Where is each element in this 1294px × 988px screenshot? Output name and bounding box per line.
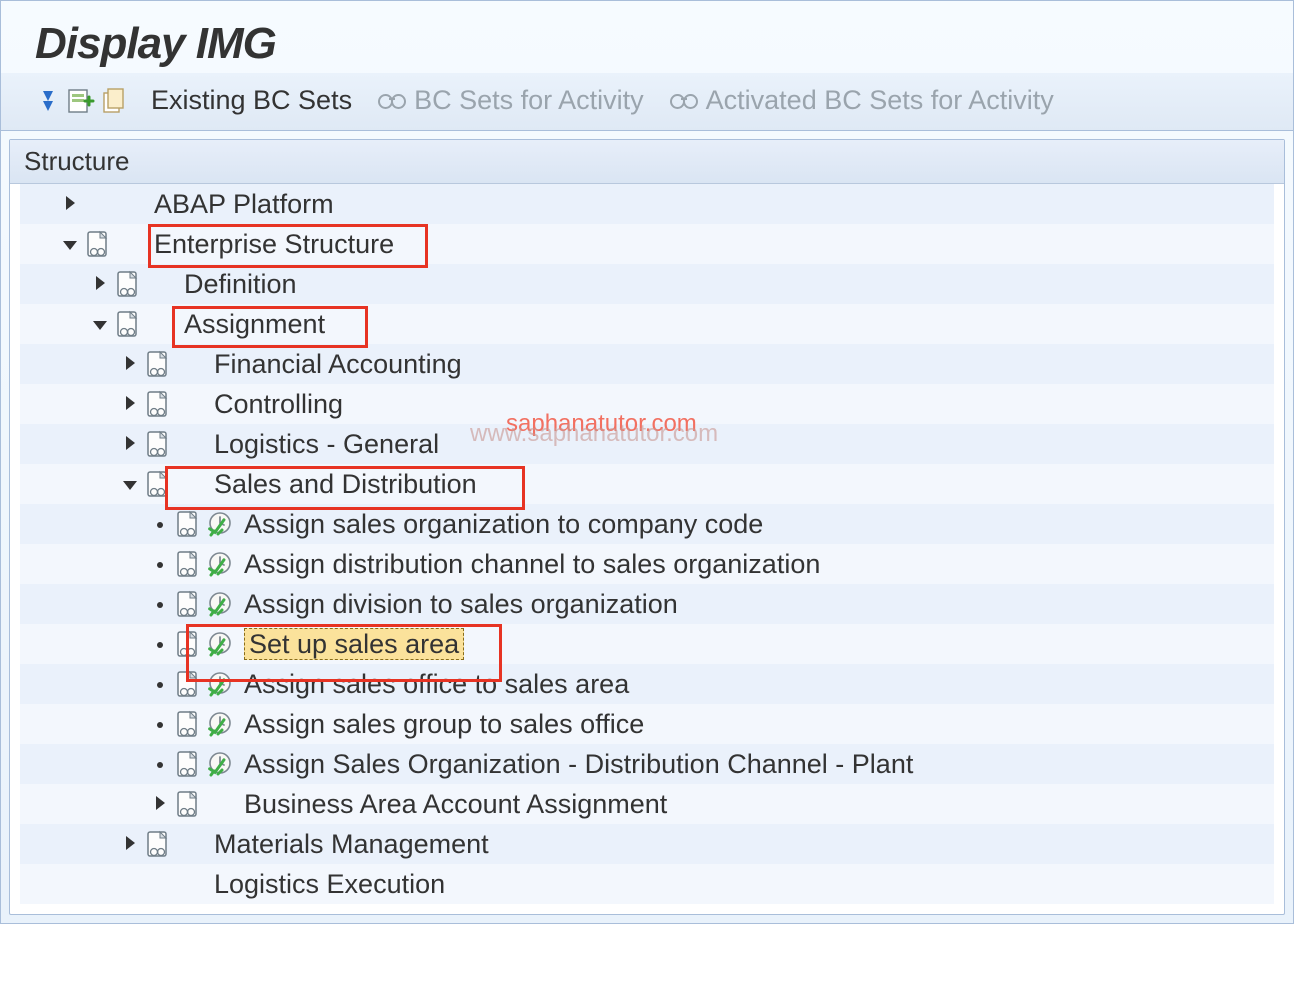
execute-activity-icon[interactable] <box>204 671 238 697</box>
tree-label: Logistics Execution <box>208 869 445 900</box>
tree-row-assign-sales-org-dc-plant[interactable]: Assign Sales Organization - Distribution… <box>20 744 1274 784</box>
leaf-bullet-icon <box>150 554 170 575</box>
tree-label: Sales and Distribution <box>208 469 477 500</box>
tree-row-assignment[interactable]: Assignment <box>20 304 1274 344</box>
document-icon[interactable] <box>170 511 204 537</box>
tree-row-financial-accounting[interactable]: Financial Accounting <box>20 344 1274 384</box>
tree-row-definition[interactable]: Definition <box>20 264 1274 304</box>
execute-activity-icon[interactable] <box>204 631 238 657</box>
document-icon[interactable] <box>170 711 204 737</box>
tree-row-materials-management[interactable]: Materials Management <box>20 824 1274 864</box>
glasses-icon <box>670 92 698 110</box>
execute-activity-icon[interactable] <box>204 711 238 737</box>
document-icon[interactable] <box>140 471 174 497</box>
tree-row-sales-and-distribution[interactable]: Sales and Distribution <box>20 464 1274 504</box>
tree-row-enterprise-structure[interactable]: Enterprise Structure <box>20 224 1274 264</box>
expand-icon[interactable] <box>120 354 140 375</box>
tree-label: Assign sales organization to company cod… <box>238 509 763 540</box>
execute-activity-icon[interactable] <box>204 751 238 777</box>
expand-icon[interactable] <box>150 794 170 815</box>
expand-icon[interactable] <box>120 394 140 415</box>
tree-row-assign-sales-group[interactable]: Assign sales group to sales office <box>20 704 1274 744</box>
execute-activity-icon[interactable] <box>204 591 238 617</box>
leaf-bullet-icon <box>150 754 170 775</box>
tree-header: Structure <box>10 140 1284 184</box>
bc-sets-for-activity-button[interactable]: BC Sets for Activity <box>370 83 658 118</box>
expand-all-icon[interactable] <box>35 87 63 115</box>
existing-bc-sets-button[interactable]: Existing BC Sets <box>143 83 366 118</box>
execute-activity-icon[interactable] <box>204 511 238 537</box>
bc-sets-for-activity-label: BC Sets for Activity <box>414 85 644 116</box>
leaf-bullet-icon <box>150 594 170 615</box>
selected-highlight: Set up sales area <box>244 628 464 660</box>
copy-icon[interactable] <box>99 87 127 115</box>
document-icon[interactable] <box>170 551 204 577</box>
watermark-text-ghost: www.saphanatutor.com <box>470 420 718 448</box>
expand-icon[interactable] <box>120 834 140 855</box>
tree-label: ABAP Platform <box>148 189 334 220</box>
toolbar: Existing BC Sets BC Sets for Activity Ac… <box>1 73 1293 131</box>
tree-label: Assign distribution channel to sales org… <box>238 549 820 580</box>
tree-label: Assign sales office to sales area <box>238 669 629 700</box>
tree-row-set-up-sales-area[interactable]: Set up sales area <box>20 624 1274 664</box>
tree-label: Business Area Account Assignment <box>238 789 667 820</box>
tree: ABAP Platform Enterprise Structure D <box>10 184 1284 914</box>
tree-row-assign-sales-org-cc[interactable]: Assign sales organization to company cod… <box>20 504 1274 544</box>
title-bar: Display IMG <box>1 1 1293 73</box>
tree-row-assign-dist-channel[interactable]: Assign distribution channel to sales org… <box>20 544 1274 584</box>
tree-label: Assign sales group to sales office <box>238 709 644 740</box>
tree-label: Materials Management <box>208 829 489 860</box>
tree-row-logistics-execution[interactable]: Logistics Execution <box>20 864 1274 904</box>
expand-icon[interactable] <box>60 194 80 215</box>
document-icon[interactable] <box>140 831 174 857</box>
document-icon[interactable] <box>140 351 174 377</box>
document-icon[interactable] <box>170 631 204 657</box>
tree-label: Assignment <box>178 309 325 340</box>
tree-label: Set up sales area <box>238 629 464 660</box>
collapse-icon[interactable] <box>120 474 140 495</box>
tree-label: Logistics - General <box>208 429 439 460</box>
tree-panel: Structure ABAP Platform Enterpr <box>9 139 1285 915</box>
insert-node-icon[interactable] <box>67 87 95 115</box>
leaf-bullet-icon <box>150 714 170 735</box>
document-icon[interactable] <box>170 671 204 697</box>
document-icon[interactable] <box>140 431 174 457</box>
glasses-icon <box>378 92 406 110</box>
tree-label: Enterprise Structure <box>148 229 394 260</box>
tree-row-abap-platform[interactable]: ABAP Platform <box>20 184 1274 224</box>
execute-activity-icon[interactable] <box>204 551 238 577</box>
tree-row-business-area[interactable]: Business Area Account Assignment <box>20 784 1274 824</box>
expand-icon[interactable] <box>120 434 140 455</box>
tree-row-assign-sales-office[interactable]: Assign sales office to sales area <box>20 664 1274 704</box>
collapse-icon[interactable] <box>90 314 110 335</box>
tree-label: Definition <box>178 269 297 300</box>
document-icon[interactable] <box>170 751 204 777</box>
document-icon[interactable] <box>170 791 204 817</box>
leaf-bullet-icon <box>150 634 170 655</box>
activated-bc-sets-label: Activated BC Sets for Activity <box>706 85 1054 116</box>
activated-bc-sets-button[interactable]: Activated BC Sets for Activity <box>662 83 1068 118</box>
expand-icon[interactable] <box>90 274 110 295</box>
tree-label: Assign Sales Organization - Distribution… <box>238 749 913 780</box>
page-title: Display IMG <box>35 19 1265 69</box>
leaf-bullet-icon <box>150 674 170 695</box>
tree-label: Controlling <box>208 389 343 420</box>
app-window: Display IMG Existing BC Sets BC Sets for… <box>0 0 1294 924</box>
document-icon[interactable] <box>140 391 174 417</box>
document-icon[interactable] <box>80 231 114 257</box>
tree-label: Financial Accounting <box>208 349 462 380</box>
document-icon[interactable] <box>170 591 204 617</box>
collapse-icon[interactable] <box>60 234 80 255</box>
document-icon[interactable] <box>110 311 144 337</box>
tree-label: Assign division to sales organization <box>238 589 678 620</box>
document-icon[interactable] <box>110 271 144 297</box>
tree-row-assign-division[interactable]: Assign division to sales organization <box>20 584 1274 624</box>
leaf-bullet-icon <box>150 514 170 535</box>
